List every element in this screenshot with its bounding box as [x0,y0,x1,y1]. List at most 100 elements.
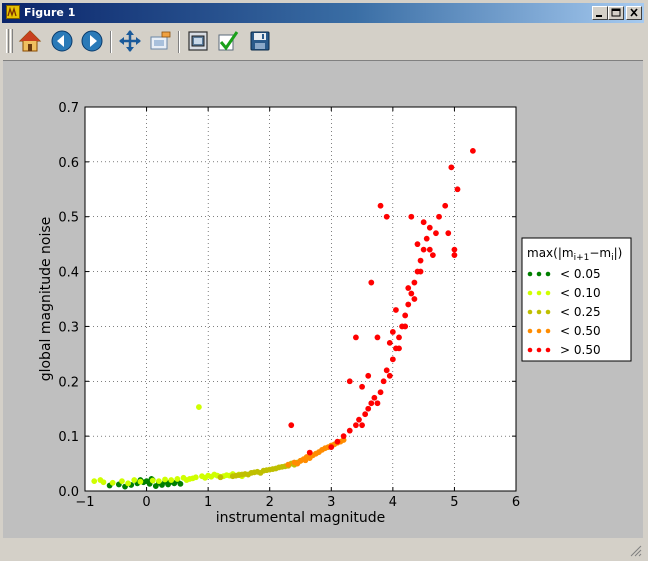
title-bar[interactable]: Figure 1 [2,3,644,23]
scatter-point [109,479,116,486]
scatter-point [174,476,181,482]
scatter-point [365,372,372,379]
back-button[interactable] [48,27,76,55]
scatter-point [469,147,476,154]
scatter-point [239,471,245,478]
scatter-point [359,383,365,390]
scatter-point [374,400,381,407]
toolbar-grip[interactable] [6,29,9,53]
y-tick-label: 0.7 [58,101,79,116]
y-tick-label: 0.6 [58,156,79,171]
scatter-point [445,230,452,237]
scatter-point [380,378,387,385]
legend-marker [527,309,533,315]
scatter-point [168,477,175,483]
close-button[interactable] [626,6,642,20]
edit-button[interactable] [214,27,242,55]
scatter-point [362,411,369,418]
pan-button[interactable] [116,27,144,55]
legend-marker [527,290,533,296]
toolbar-grip[interactable] [10,29,13,53]
scatter-point [251,469,258,476]
scatter-point [189,475,196,482]
x-tick-label: 3 [327,495,335,510]
scatter-point [100,479,107,486]
scatter-point [426,246,433,253]
legend-marker [536,309,542,315]
legend-title-part: i+1 [574,253,590,263]
scatter-point [340,433,347,440]
close-icon [630,8,638,17]
save-button[interactable] [246,27,274,55]
legend-marker [536,347,542,353]
scatter-point [353,422,359,429]
pan-arrows-icon [119,30,141,52]
y-tick-label: 0.5 [58,211,79,226]
legend-marker [545,347,551,353]
scatter-point [420,219,427,226]
scatter-point [389,329,396,335]
resize-grip-icon[interactable] [630,545,642,557]
legend-title-part: |) [614,246,623,260]
scatter-point [451,246,458,253]
legend-entry-label: < 0.25 [560,305,601,319]
scatter-point [442,202,449,209]
scatter-point [451,252,458,259]
status-bar [2,539,644,559]
subplots-button[interactable] [184,27,212,55]
legend-marker [536,290,542,296]
scatter-point [276,464,282,471]
scatter-point [436,213,442,220]
scatter-point [306,449,313,456]
scatter-point [269,466,276,472]
scatter-point [91,478,98,485]
x-tick-label: 2 [266,495,274,510]
forward-button[interactable] [78,27,106,55]
scatter-point [263,467,270,474]
maximize-button[interactable] [608,6,624,20]
scatter-point [353,334,359,341]
scatter-point [137,478,144,485]
scatter-point [389,356,396,363]
scatter-point [448,164,455,171]
y-tick-label: 0.4 [58,266,79,281]
toolbar [2,25,644,59]
scatter-point [346,378,353,385]
legend-title-part: −m [589,246,611,260]
scatter-point [377,202,384,209]
legend-title-part: max(|m [527,246,574,260]
toolbar-separator [178,31,180,53]
scatter-point [288,422,295,429]
minimize-button[interactable] [592,6,608,20]
scatter-point [417,268,424,275]
minimize-icon [596,15,602,17]
scatter-point [245,471,252,478]
scatter-point [294,460,301,467]
scatter-point [433,230,439,237]
legend: max(|mi+1−mi|)< 0.05< 0.10< 0.25< 0.50> … [521,237,632,362]
x-tick-label: 6 [512,495,520,510]
forward-arrow-icon [81,30,103,52]
scatter-point [374,334,381,341]
scatter-point [402,323,409,330]
scatter-point [359,422,365,429]
scatter-point [131,477,138,483]
legend-entry-label: < 0.50 [560,324,601,338]
legend-marker [527,347,533,353]
scatter-point [183,477,190,483]
toolbar-separator [110,31,112,53]
zoom-button[interactable] [146,27,174,55]
zoom-rect-icon [150,31,171,50]
scatter-point [454,186,461,193]
figure-canvas[interactable]: −1 0 1 2 3 4 5 6 0.0 0.1 0.2 0.3 0.4 0.5 0.6 0.7 instrum… [3,60,643,538]
home-button[interactable] [16,27,44,55]
chart: −1 0 1 2 3 4 5 60.00.10.20.30.40.50.60.7instrum… [38,101,632,526]
legend-marker [527,271,533,277]
scatter-point [393,307,399,313]
scatter-point [402,312,409,319]
legend-marker [545,309,551,315]
scatter-point [368,400,375,407]
scatter-point [162,476,168,483]
x-tick-label: 1 [204,495,212,510]
scatter-point [383,213,390,220]
